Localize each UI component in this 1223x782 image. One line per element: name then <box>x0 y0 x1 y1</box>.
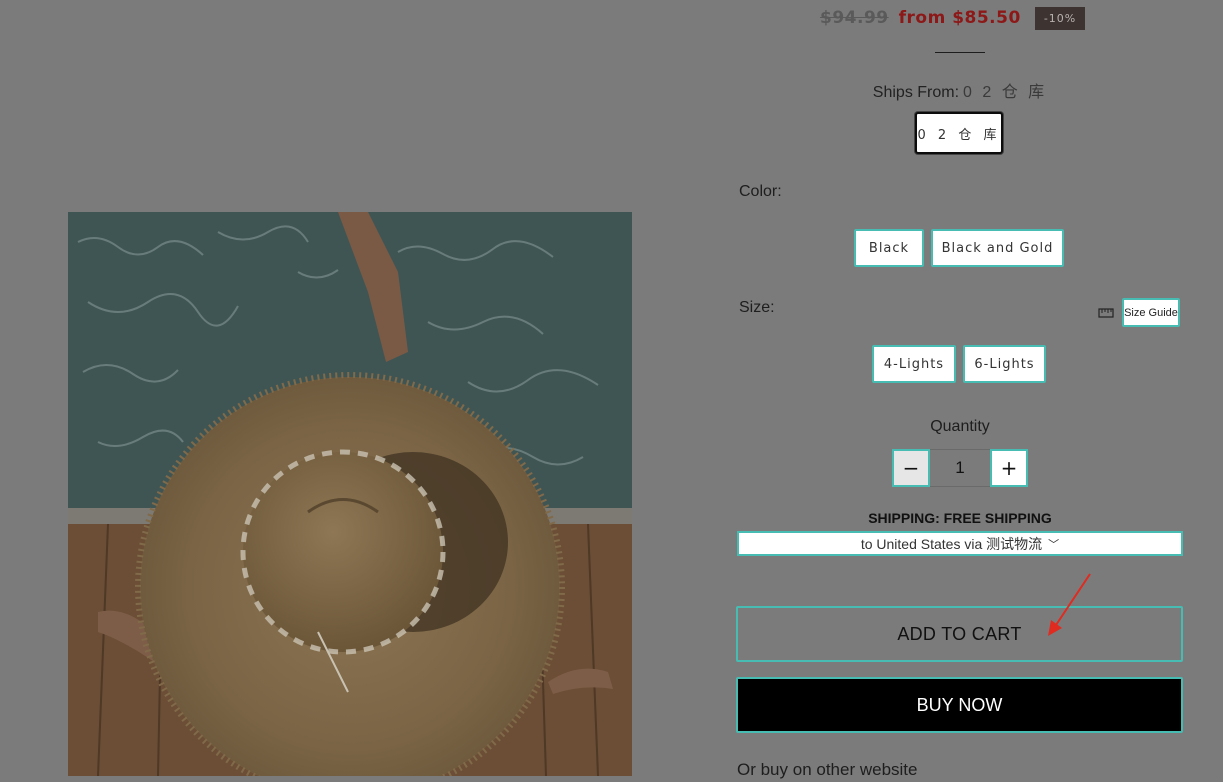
product-photo-straw-hat <box>68 212 632 776</box>
size-option-label: 6-Lights <box>974 356 1035 372</box>
add-to-cart-button[interactable]: ADD TO CART <box>736 606 1183 662</box>
sale-price: from $85.50 <box>898 8 1021 28</box>
shipping-method-select[interactable]: to United States via 测试物流 ﹀ <box>737 531 1183 556</box>
other-website-link[interactable]: Or buy on other website <box>737 760 917 780</box>
color-option-label: Black and Gold <box>941 240 1054 256</box>
ruler-icon <box>1098 307 1114 318</box>
ships-from-option-label: 0 2 仓 库 <box>917 127 1001 143</box>
price-row: $94.99 from $85.50 -10% <box>820 6 1086 30</box>
discount-badge: -10% <box>1034 6 1086 30</box>
color-label: Color: <box>739 183 782 200</box>
price-divider <box>935 52 985 53</box>
ships-from-title: Ships From: <box>872 84 960 101</box>
ships-from-label: Ships From: 0 2 仓 库 <box>737 78 1183 102</box>
minus-icon: − <box>902 456 920 480</box>
buy-now-label: BUY NOW <box>916 694 1003 715</box>
color-option-black-and-gold[interactable]: Black and Gold <box>931 229 1064 267</box>
product-page: $94.99 from $85.50 -10% Ships From: 0 2 仓… <box>0 0 1223 782</box>
size-guide-button[interactable]: Size Guide <box>1122 298 1180 327</box>
quantity-increase-button[interactable]: + <box>990 449 1028 487</box>
add-to-cart-label: ADD TO CART <box>897 623 1022 644</box>
quantity-input[interactable] <box>930 449 990 487</box>
shipping-destination: to United States via 测试物流 <box>860 535 1043 552</box>
plus-icon: + <box>1000 456 1018 480</box>
size-option-6-lights[interactable]: 6-Lights <box>963 345 1046 383</box>
size-guide-label: Size Guide <box>1124 306 1178 319</box>
quantity-decrease-button[interactable]: − <box>892 449 930 487</box>
buy-now-button[interactable]: BUY NOW <box>736 677 1183 733</box>
size-option-label: 4-Lights <box>883 356 945 372</box>
chevron-down-icon: ﹀ <box>1048 538 1060 551</box>
color-option-label: Black <box>868 240 910 256</box>
quantity-stepper: − + <box>892 449 1028 487</box>
size-option-4-lights[interactable]: 4-Lights <box>872 345 956 383</box>
size-guide: Size Guide <box>1098 298 1180 327</box>
ships-from-option-02[interactable]: 0 2 仓 库 <box>915 112 1003 154</box>
original-price: $94.99 <box>820 8 889 28</box>
size-label: Size: <box>739 299 775 316</box>
quantity-label: Quantity <box>930 418 990 435</box>
color-option-black[interactable]: Black <box>854 229 924 267</box>
product-image[interactable] <box>68 212 632 776</box>
ships-from-value: 0 2 仓 库 <box>963 84 1048 101</box>
shipping-title: SHIPPING: FREE SHIPPING <box>868 510 1052 526</box>
